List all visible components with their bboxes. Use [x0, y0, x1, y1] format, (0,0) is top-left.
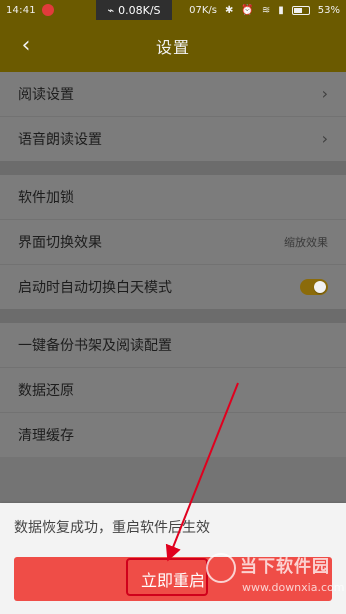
settings-item-reading[interactable]: 阅读设置 › — [0, 72, 346, 116]
settings-item-restore[interactable]: 数据还原 — [0, 367, 346, 412]
settings-section-1: 阅读设置 › 语音朗读设置 › — [0, 72, 346, 161]
status-right: 07K/s ✱ ⏰ ≋ ▮ 53% — [189, 0, 340, 20]
settings-item-auto-day-mode: 启动时自动切换白天模式 — [0, 264, 346, 309]
settings-item-label: 界面切换效果 — [18, 235, 102, 251]
settings-item-label: 软件加锁 — [18, 190, 74, 206]
battery-icon — [291, 5, 310, 15]
app-bar: ‹ 设置 — [0, 20, 346, 72]
network-speed-main: 0.08K/S — [118, 3, 161, 17]
status-bar: 14:41 ⌁ 0.08K/S 07K/s ✱ ⏰ ≋ ▮ 53% — [0, 0, 346, 20]
settings-section-3: 一键备份书架及阅读配置 数据还原 清理缓存 — [0, 323, 346, 457]
chevron-right-icon: › — [321, 84, 328, 103]
network-speed-secondary: 07K/s — [189, 4, 218, 16]
settings-item-lock[interactable]: 软件加锁 — [0, 175, 346, 219]
settings-item-label: 一键备份书架及阅读配置 — [18, 338, 172, 354]
wifi-icon: ⌁ — [107, 3, 115, 17]
settings-section-2: 软件加锁 界面切换效果 缩放效果 启动时自动切换白天模式 — [0, 175, 346, 309]
wifi-signal-icon: ≋ — [261, 4, 271, 16]
restart-now-button[interactable]: 立即重启 — [14, 557, 332, 601]
settings-item-label: 数据还原 — [18, 383, 74, 399]
settings-item-backup[interactable]: 一键备份书架及阅读配置 — [0, 323, 346, 367]
status-time: 14:41 — [6, 4, 36, 16]
restart-dialog: 数据恢复成功，重启软件后生效 立即重启 — [0, 503, 346, 614]
section-divider — [0, 309, 346, 323]
battery-percent: 53% — [317, 4, 340, 16]
bluetooth-icon: ✱ — [225, 4, 234, 16]
dialog-message: 数据恢复成功，重启软件后生效 — [14, 520, 210, 536]
day-mode-toggle[interactable] — [300, 279, 328, 295]
netease-cloud-music-icon — [41, 4, 54, 16]
toggle-knob — [314, 281, 326, 293]
restart-now-label: 立即重启 — [140, 571, 205, 590]
settings-item-voice[interactable]: 语音朗读设置 › — [0, 116, 346, 161]
settings-item-transition[interactable]: 界面切换效果 缩放效果 — [0, 219, 346, 264]
cellular-signal-icon: ▮ — [278, 4, 284, 16]
settings-item-label: 阅读设置 — [18, 87, 74, 103]
settings-item-clear-cache[interactable]: 清理缓存 — [0, 412, 346, 457]
status-left: 14:41 — [0, 4, 54, 16]
settings-item-value: 缩放效果 — [284, 236, 328, 249]
network-speed-pill: ⌁ 0.08K/S — [96, 0, 172, 20]
settings-item-label: 启动时自动切换白天模式 — [18, 280, 172, 296]
chevron-right-icon: › — [321, 129, 328, 148]
section-divider — [0, 161, 346, 175]
settings-item-label: 语音朗读设置 — [18, 132, 102, 148]
page-title: 设置 — [155, 38, 190, 57]
chevron-left-icon: ‹ — [21, 33, 31, 58]
settings-item-label: 清理缓存 — [18, 428, 74, 444]
back-button[interactable]: ‹ — [10, 30, 42, 62]
screen: 14:41 ⌁ 0.08K/S 07K/s ✱ ⏰ ≋ ▮ 53% ‹ 设置 阅… — [0, 0, 346, 614]
alarm-icon: ⏰ — [241, 4, 254, 16]
